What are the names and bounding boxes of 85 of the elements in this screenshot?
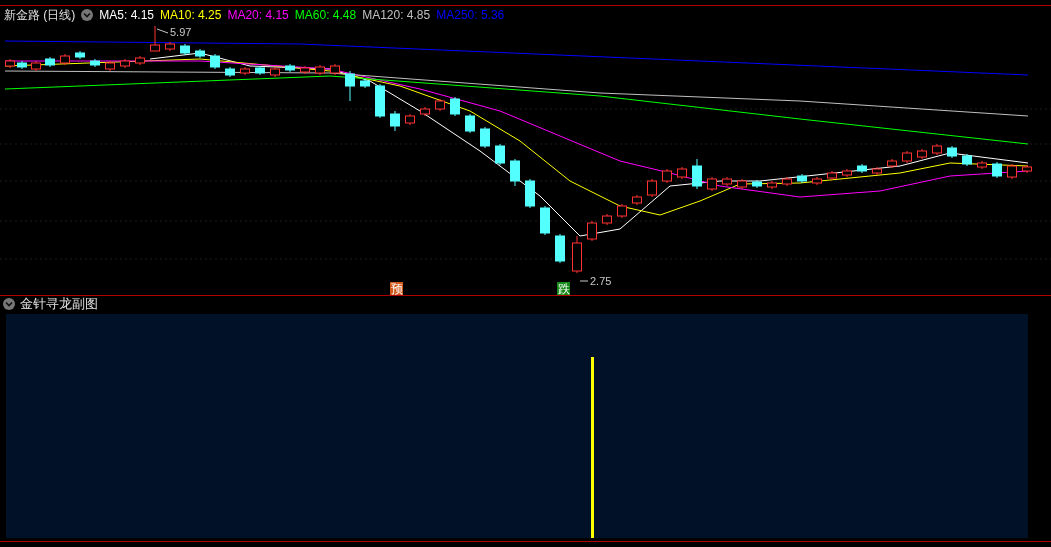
candlestick [17, 60, 27, 70]
candlestick [677, 166, 687, 180]
candlestick [917, 148, 927, 160]
moving-average-label: MA60: 4.48 [294, 7, 357, 24]
candlestick [842, 168, 852, 178]
candlestick [737, 178, 747, 190]
candlestick [602, 213, 612, 226]
candlestick [932, 143, 942, 156]
moving-average-label: MA120: 4.85 [362, 7, 431, 24]
candlestick [722, 176, 732, 187]
candlestick [510, 158, 520, 187]
candlestick [1022, 164, 1032, 174]
candlestick [887, 158, 897, 169]
candlestick [300, 65, 310, 75]
candlestick [150, 25, 160, 52]
candlestick [857, 163, 867, 174]
candlestick [435, 98, 445, 112]
candlestick [255, 65, 265, 76]
candlestick [330, 63, 340, 76]
candlestick [465, 113, 475, 134]
candlestick [75, 50, 85, 60]
low-price-label: 2.75 [590, 275, 612, 287]
dropdown-icon[interactable] [81, 9, 94, 21]
candlestick [752, 179, 762, 189]
candlestick [977, 160, 987, 170]
candlestick [1007, 163, 1017, 180]
moving-average-label: MA20: 4.15 [227, 7, 289, 24]
candlestick [632, 194, 642, 206]
candlestick [285, 63, 295, 73]
candlestick [315, 64, 325, 76]
leader-line [156, 28, 169, 34]
candlestick [872, 166, 882, 176]
candlestick [947, 145, 957, 159]
candlestick [540, 205, 550, 236]
candlestick [617, 203, 627, 219]
candlestick [375, 83, 385, 119]
candlestick [105, 60, 115, 72]
moving-average-label: MA250: 5.36 [436, 7, 505, 24]
indicator-title: 金针寻龙副图 [20, 295, 98, 314]
candlestick [135, 55, 145, 66]
candlestick [405, 113, 415, 126]
candlestick [902, 150, 912, 164]
high-price-label: 5.97 [170, 26, 192, 38]
candlestick [450, 96, 460, 117]
candlestick [345, 70, 355, 102]
candlestick [180, 43, 190, 56]
candlestick [360, 78, 370, 89]
candlestick [480, 126, 490, 149]
candlestick [797, 173, 807, 184]
candlestick [225, 66, 235, 78]
candlestick [812, 176, 822, 186]
candlestick [195, 48, 205, 59]
moving-average-label: MA5: 4.15 [99, 7, 155, 24]
candlestick [90, 58, 100, 68]
candlestick [165, 41, 175, 52]
candlestick [692, 158, 702, 190]
candlestick [827, 170, 837, 181]
candlestick [270, 66, 280, 78]
candlestick [962, 153, 972, 167]
candlestick [5, 58, 15, 69]
signal-badge: 预 [390, 282, 403, 295]
candlestick [120, 58, 130, 69]
candlestick [782, 176, 792, 187]
candlestick [767, 180, 777, 190]
candlestick [210, 53, 220, 70]
candlestick [60, 53, 70, 66]
candlestick [587, 220, 597, 242]
candlestick [992, 161, 1002, 179]
candlestick [390, 110, 400, 132]
candlestick [555, 233, 565, 264]
dropdown-icon[interactable] [3, 298, 15, 310]
candlestick [420, 106, 430, 117]
candlestick [647, 178, 657, 198]
candlestick [572, 235, 582, 274]
candlestick [525, 178, 535, 209]
stock-title: 新金路 (日线) [4, 7, 76, 24]
candlestick [240, 66, 250, 76]
candlestick [707, 176, 717, 192]
candlestick [31, 60, 41, 72]
candlestick [45, 56, 55, 68]
candlestick [495, 143, 505, 166]
signal-badge: 跌 [557, 282, 570, 295]
leader-line [579, 280, 589, 282]
candlestick [662, 168, 672, 184]
moving-average-label: MA10: 4.25 [160, 7, 222, 24]
